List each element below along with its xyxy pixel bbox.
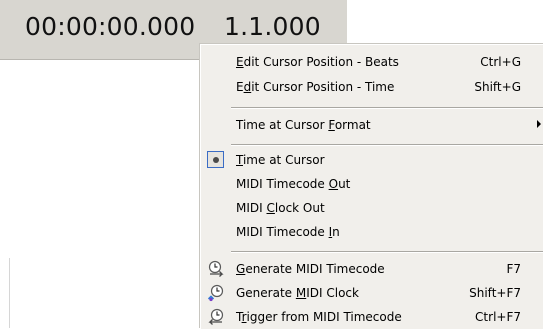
clock-generate-icon (208, 260, 224, 277)
menu-item-midi-timecode-out[interactable]: MIDI Timecode Out (201, 172, 543, 196)
menu-item-label: Time at Cursor Format (236, 118, 371, 132)
menu-item-label: MIDI Clock Out (236, 201, 325, 215)
menu-item-edit-cursor-time[interactable]: Edit Cursor Position - Time Shift+G (201, 75, 543, 99)
time-readout: 00:00:00.000 (25, 12, 196, 41)
menu-item-label: Generate MIDI Timecode (236, 262, 385, 276)
menu-separator (231, 107, 543, 109)
menu-item-label: Edit Cursor Position - Beats (236, 55, 399, 69)
menu-item-time-format[interactable]: Time at Cursor Format (201, 113, 543, 137)
menu-item-trigger-from-midi-timecode[interactable]: Trigger from MIDI Timecode Ctrl+F7 (201, 305, 543, 329)
beats-readout: 1.1.000 (224, 12, 321, 41)
shortcut-label: Ctrl+F7 (475, 310, 521, 324)
shortcut-label: Ctrl+G (480, 55, 521, 69)
menu-item-label: MIDI Timecode In (236, 225, 340, 239)
menu-item-midi-timecode-in[interactable]: MIDI Timecode In (201, 220, 543, 244)
divider (9, 258, 10, 328)
clock-midi-icon (207, 284, 224, 302)
menu-item-label: Trigger from MIDI Timecode (236, 310, 402, 324)
clock-trigger-icon (208, 308, 224, 325)
menu-separator (231, 144, 543, 146)
menu-item-label: MIDI Timecode Out (236, 177, 351, 191)
menu-item-edit-cursor-beats[interactable]: Edit Cursor Position - Beats Ctrl+G (201, 50, 543, 74)
menu-item-generate-midi-clock[interactable]: Generate MIDI Clock Shift+F7 (201, 281, 543, 305)
shortcut-label: F7 (506, 262, 521, 276)
menu-separator (231, 251, 543, 253)
menu-item-midi-clock-out[interactable]: MIDI Clock Out (201, 196, 543, 220)
submenu-arrow-icon (537, 120, 541, 128)
context-menu: Edit Cursor Position - Beats Ctrl+G Edit… (200, 44, 543, 329)
radio-checked-icon (207, 151, 224, 168)
menu-item-time-at-cursor[interactable]: Time at Cursor (201, 148, 543, 172)
shortcut-label: Shift+G (474, 80, 521, 94)
shortcut-label: Shift+F7 (469, 286, 521, 300)
menu-item-label: Time at Cursor (236, 153, 325, 167)
menu-item-generate-midi-timecode[interactable]: Generate MIDI Timecode F7 (201, 257, 543, 281)
menu-item-label: Generate MIDI Clock (236, 286, 359, 300)
menu-item-label: Edit Cursor Position - Time (236, 80, 395, 94)
